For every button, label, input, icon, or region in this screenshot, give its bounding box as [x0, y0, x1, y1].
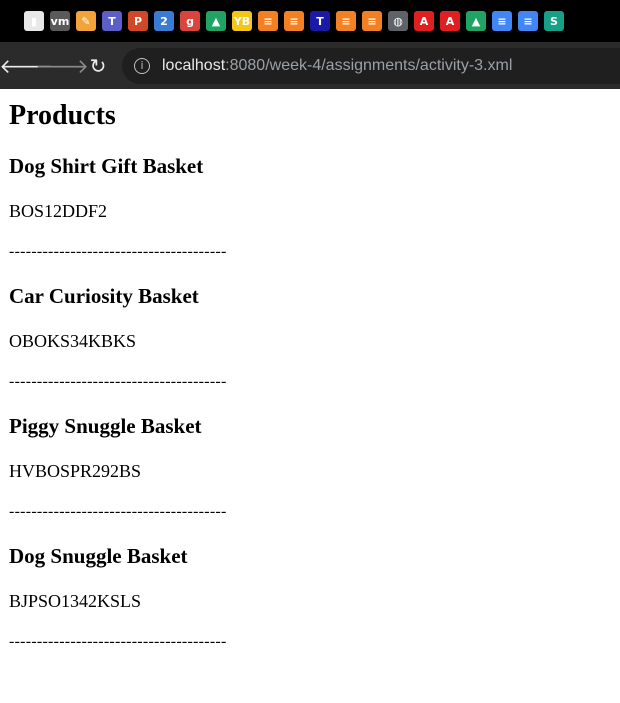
product-name: Car Curiosity Basket: [9, 284, 199, 308]
separator: ---------------------------------------: [9, 243, 227, 260]
teams-icon[interactable]: T: [102, 11, 122, 31]
pencil-icon[interactable]: ✎: [76, 11, 96, 31]
adobe-icon[interactable]: A: [440, 11, 460, 31]
product-item: Dog Shirt Gift Basket BOS12DDF2 --------…: [9, 153, 620, 263]
scheduler-icon[interactable]: 2: [154, 11, 174, 31]
url-host: localhost: [162, 56, 226, 74]
product-name: Dog Shirt Gift Basket: [9, 154, 204, 178]
product-sku: BJPSO1342KSLS: [9, 591, 142, 611]
separator: ---------------------------------------: [9, 503, 227, 520]
yb-icon[interactable]: YB: [232, 11, 252, 31]
reload-button[interactable]: ↻: [80, 48, 116, 84]
stackoverflow-icon[interactable]: ≡: [336, 11, 356, 31]
globe-icon[interactable]: ◍: [388, 11, 408, 31]
adobe-icon[interactable]: A: [414, 11, 434, 31]
product-sku: HVBOSPR292BS: [9, 461, 142, 481]
powerpoint-icon[interactable]: P: [128, 11, 148, 31]
product-item: Car Curiosity Basket OBOKS34KBKS -------…: [9, 283, 620, 393]
product-item: Piggy Snuggle Basket HVBOSPR292BS ------…: [9, 413, 620, 523]
product-sku: OBOKS34KBKS: [9, 331, 137, 351]
product-item: Dog Snuggle Basket BJPSO1342KSLS -------…: [9, 543, 620, 653]
page-content: Products Dog Shirt Gift Basket BOS12DDF2…: [0, 99, 620, 653]
google-drive-icon[interactable]: ▲: [466, 11, 486, 31]
product-list: Dog Shirt Gift Basket BOS12DDF2 --------…: [9, 153, 620, 653]
stackoverflow-icon[interactable]: ≡: [284, 11, 304, 31]
product-name: Dog Snuggle Basket: [9, 544, 188, 568]
info-icon[interactable]: i: [134, 57, 150, 74]
separator: ---------------------------------------: [9, 633, 227, 650]
t-icon[interactable]: T: [310, 11, 330, 31]
google-docs-icon[interactable]: ≡: [518, 11, 538, 31]
page-title: Products: [9, 100, 116, 131]
s-icon[interactable]: S: [544, 11, 564, 31]
stackoverflow-icon[interactable]: ≡: [258, 11, 278, 31]
bookmarks-bar: ▮ vm ✎ T P 2 g ▲ YB ≡ ≡ T ≡ ≡ ◍ A A ▲ ≡ ≡ S: [0, 0, 620, 42]
product-name: Piggy Snuggle Basket: [9, 414, 202, 438]
vmware-icon[interactable]: vm: [50, 11, 70, 31]
url-path: :8080/week-4/assignments/activity-3.xml: [225, 56, 513, 74]
notion-icon[interactable]: ▮: [24, 11, 44, 31]
browser-toolbar: 🡐 🡒 ↻ i localhost:8080/week-4/assignment…: [0, 42, 620, 89]
address-bar[interactable]: i localhost:8080/week-4/assignments/acti…: [122, 47, 620, 84]
product-sku: BOS12DDF2: [9, 201, 108, 221]
google-drive-icon[interactable]: ▲: [206, 11, 226, 31]
stackoverflow-icon[interactable]: ≡: [362, 11, 382, 31]
google-docs-icon[interactable]: ≡: [492, 11, 512, 31]
forward-button[interactable]: 🡒: [35, 48, 89, 84]
grammarly-icon[interactable]: g: [180, 11, 200, 31]
separator: ---------------------------------------: [9, 373, 227, 390]
